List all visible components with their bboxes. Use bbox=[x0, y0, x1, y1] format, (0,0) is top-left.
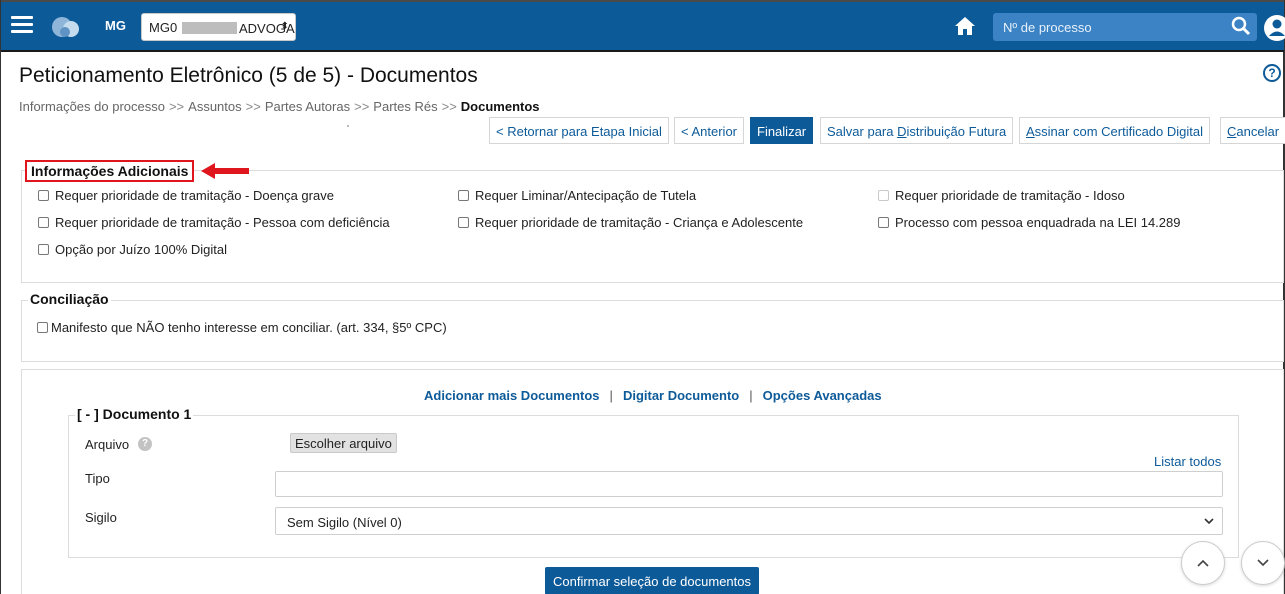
checkbox-liminar[interactable]: Requer Liminar/Antecipação de Tutela bbox=[458, 188, 696, 203]
sigilo-select[interactable]: Sem Sigilo (Nível 0) bbox=[275, 507, 1223, 535]
breadcrumb-item-autoras[interactable]: Partes Autoras bbox=[265, 99, 350, 114]
arquivo-label: Arquivo bbox=[85, 437, 130, 452]
top-bar: MG MG0 ADVOGA ⬍ bbox=[1, 0, 1285, 52]
menu-icon[interactable] bbox=[11, 16, 33, 36]
help-icon[interactable]: ? bbox=[1263, 64, 1281, 82]
logo-icon bbox=[52, 17, 79, 37]
tipo-input[interactable] bbox=[275, 471, 1223, 497]
org-label: MG bbox=[105, 18, 126, 33]
breadcrumb: Informações do processo >> Assuntos >> Parte… bbox=[19, 99, 540, 114]
info-icon[interactable]: ? bbox=[138, 437, 152, 451]
checkbox-deficiencia[interactable]: Requer prioridade de tramitação - Pessoa… bbox=[38, 215, 390, 230]
document-1-title[interactable]: [ - ] Documento 1 bbox=[75, 406, 194, 422]
redacted-block bbox=[182, 22, 237, 34]
checkbox-box[interactable] bbox=[38, 190, 49, 201]
sigilo-label: Sigilo bbox=[85, 510, 117, 525]
user-icon[interactable] bbox=[1264, 15, 1285, 41]
return-initial-button[interactable]: < Retornar para Etapa Inicial bbox=[489, 117, 669, 144]
save-future-button[interactable]: Salvar para Distribuição Futura bbox=[820, 117, 1014, 144]
add-documents-link[interactable]: Adicionar mais Documentos bbox=[424, 388, 600, 403]
office-select-prefix: MG0 bbox=[149, 20, 178, 35]
home-icon[interactable] bbox=[954, 16, 976, 36]
checkbox-doenca-grave[interactable]: Requer prioridade de tramitação - Doença… bbox=[38, 188, 334, 203]
page-title: Peticionamento Eletrônico (5 de 5) - Doc… bbox=[19, 64, 478, 87]
chevron-down-icon bbox=[1257, 559, 1269, 567]
choose-file-button[interactable]: Escolher arquivo bbox=[290, 433, 397, 453]
tipo-label: Tipo bbox=[85, 471, 110, 486]
updown-icon: ⬍ bbox=[280, 21, 289, 32]
finish-button[interactable]: Finalizar bbox=[750, 117, 814, 144]
list-all-link[interactable]: Listar todos bbox=[1154, 454, 1221, 469]
sigilo-value: Sem Sigilo (Nível 0) bbox=[287, 515, 402, 530]
checkbox-lei-14289[interactable]: Processo com pessoa enquadrada na LEI 14… bbox=[878, 215, 1180, 230]
checkbox-box[interactable] bbox=[38, 244, 49, 255]
advanced-options-link[interactable]: Opções Avançadas bbox=[763, 388, 882, 403]
checkbox-box[interactable] bbox=[878, 217, 889, 228]
search-icon[interactable] bbox=[1231, 16, 1251, 36]
breadcrumb-item-assuntos[interactable]: Assuntos bbox=[188, 99, 241, 114]
conciliation-title: Conciliação bbox=[28, 291, 111, 307]
sign-certificate-button[interactable]: Assinar com Certificado Digital bbox=[1019, 117, 1211, 144]
process-search-input[interactable] bbox=[993, 13, 1257, 41]
red-arrow-icon bbox=[201, 163, 249, 179]
breadcrumb-item-info[interactable]: Informações do processo bbox=[19, 99, 165, 114]
checkbox-idoso: Requer prioridade de tramitação - Idoso bbox=[878, 188, 1125, 203]
additional-info-title: Informações Adicionais bbox=[25, 160, 195, 182]
office-select[interactable]: MG0 ADVOGA ⬍ bbox=[141, 13, 296, 41]
breadcrumb-current: Documentos bbox=[460, 99, 540, 114]
divider-dot bbox=[347, 125, 349, 127]
document-links: Adicionar mais Documentos | Digitar Docume… bbox=[424, 388, 882, 403]
checkbox-crianca[interactable]: Requer prioridade de tramitação - Crianç… bbox=[458, 215, 803, 230]
checkbox-box[interactable] bbox=[37, 322, 48, 333]
checkbox-box-disabled bbox=[878, 190, 889, 201]
checkbox-no-conciliation[interactable]: Manifesto que NÃO tenho interesse em con… bbox=[37, 320, 447, 335]
type-document-link[interactable]: Digitar Documento bbox=[623, 388, 739, 403]
previous-button[interactable]: < Anterior bbox=[674, 117, 745, 144]
breadcrumb-item-res[interactable]: Partes Rés bbox=[373, 99, 437, 114]
scroll-down-button[interactable] bbox=[1241, 541, 1285, 585]
checkbox-box[interactable] bbox=[38, 217, 49, 228]
checkbox-juizo-digital[interactable]: Opção por Juízo 100% Digital bbox=[38, 242, 227, 257]
cancel-button[interactable]: Cancelar bbox=[1220, 117, 1285, 144]
chevron-down-icon bbox=[1204, 518, 1214, 525]
chevron-up-icon bbox=[1197, 559, 1209, 567]
confirm-documents-button[interactable]: Confirmar seleção de documentos bbox=[545, 567, 759, 594]
scroll-up-button[interactable] bbox=[1181, 541, 1225, 585]
checkbox-box[interactable] bbox=[458, 217, 469, 228]
checkbox-box[interactable] bbox=[458, 190, 469, 201]
